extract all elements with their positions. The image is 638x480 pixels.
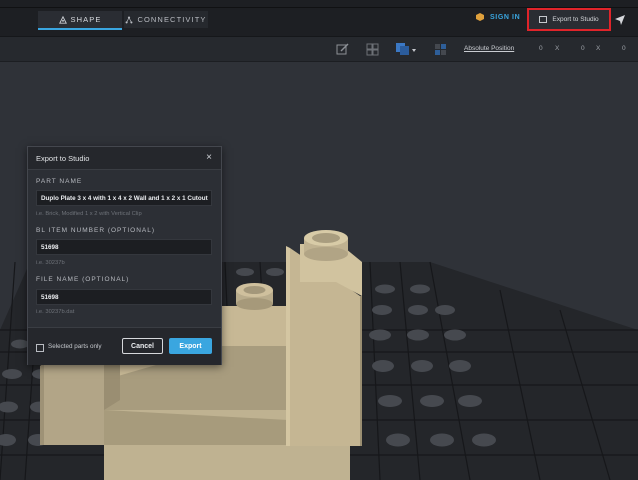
cancel-button[interactable]: Cancel bbox=[122, 338, 163, 354]
tab-connectivity[interactable]: CONNECTIVITY bbox=[124, 11, 208, 28]
part-name-hint: i.e. Brick, Modified 1 x 2 with Vertical… bbox=[36, 211, 142, 217]
edit-button[interactable] bbox=[333, 40, 351, 58]
sign-in-button[interactable]: SIGN IN bbox=[476, 13, 520, 21]
edit-icon bbox=[336, 43, 348, 54]
send-icon bbox=[615, 15, 625, 25]
snap-button[interactable] bbox=[431, 40, 449, 58]
send-button[interactable] bbox=[612, 12, 628, 28]
export-button[interactable]: Export bbox=[169, 338, 212, 354]
file-name-hint: i.e. 30237b.dat bbox=[36, 309, 75, 315]
y-coordinate-value[interactable]: 0 bbox=[581, 45, 585, 52]
bl-item-number-label: BL ITEM NUMBER (OPTIONAL) bbox=[36, 227, 156, 234]
export-to-studio-dialog: Export to Studio × PART NAME Duplo Plate… bbox=[27, 146, 222, 365]
part-name-label: PART NAME bbox=[36, 178, 83, 185]
window-edge bbox=[0, 0, 638, 8]
top-bar: SHAPE CONNECTIVITY SIGN IN Export to Stu… bbox=[0, 0, 638, 37]
grid-button[interactable] bbox=[363, 40, 381, 58]
export-icon bbox=[539, 16, 548, 23]
y-axis-label: X bbox=[596, 45, 601, 52]
dialog-title: Export to Studio bbox=[36, 154, 90, 163]
part-name-input[interactable]: Duplo Plate 3 x 4 with 1 x 4 x 2 Wall an… bbox=[36, 190, 212, 206]
color-swatch-button[interactable] bbox=[393, 40, 419, 58]
color-swatch-icon bbox=[396, 43, 416, 55]
close-icon[interactable]: × bbox=[206, 152, 212, 163]
bl-item-number-hint: i.e. 30237b bbox=[36, 260, 65, 266]
file-name-label: FILE NAME (OPTIONAL) bbox=[36, 276, 130, 283]
x-coordinate-value[interactable]: 0 bbox=[539, 45, 543, 52]
user-hex-icon bbox=[476, 13, 484, 21]
dialog-header: Export to Studio × bbox=[28, 147, 221, 170]
x-axis-label: X bbox=[555, 45, 560, 52]
file-name-input[interactable]: 51698 bbox=[36, 289, 212, 305]
tab-shape[interactable]: SHAPE bbox=[38, 11, 122, 30]
bl-item-number-input[interactable]: 51698 bbox=[36, 239, 212, 255]
selected-parts-only-label[interactable]: Selected parts only bbox=[48, 343, 102, 350]
dialog-footer: Selected parts only Cancel Export bbox=[28, 327, 221, 365]
tab-connectivity-label: CONNECTIVITY bbox=[137, 15, 207, 24]
sign-in-label: SIGN IN bbox=[490, 13, 521, 21]
grid-icon bbox=[366, 43, 378, 55]
connectivity-icon bbox=[126, 16, 133, 23]
selected-parts-only-checkbox[interactable] bbox=[36, 344, 44, 352]
export-to-studio-label: Export to Studio bbox=[552, 16, 599, 23]
tab-shape-label: SHAPE bbox=[70, 15, 102, 24]
shape-icon bbox=[58, 15, 67, 24]
secondary-toolbar: Absolute Position 0 X 0 X 0 bbox=[0, 37, 638, 62]
export-to-studio-button[interactable]: Export to Studio bbox=[527, 8, 611, 31]
snap-icon bbox=[434, 43, 446, 55]
absolute-position-link[interactable]: Absolute Position bbox=[464, 45, 514, 52]
z-coordinate-value[interactable]: 0 bbox=[622, 45, 626, 52]
